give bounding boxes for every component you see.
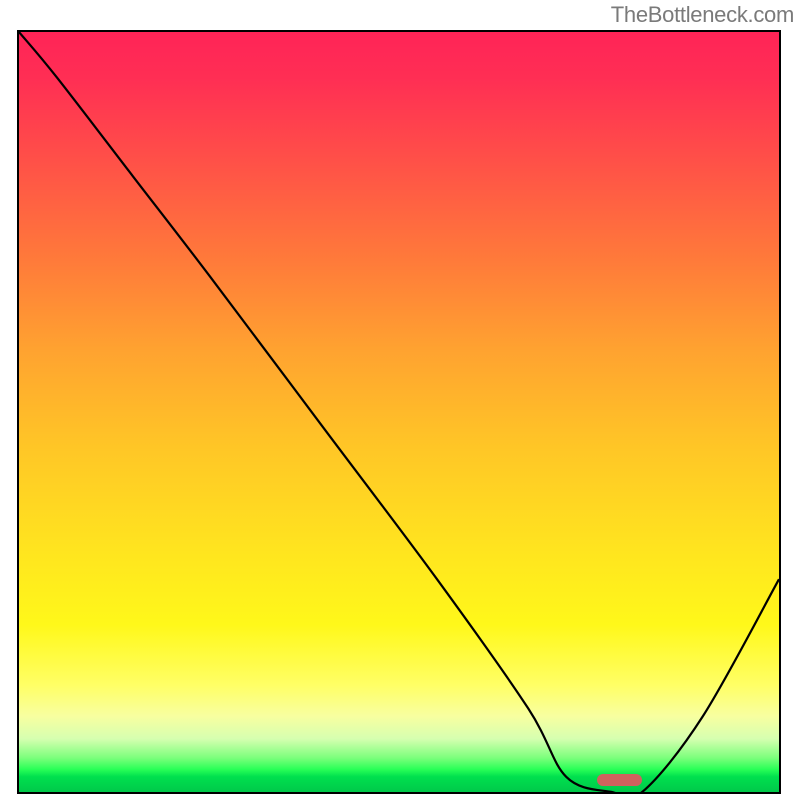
chart-frame [17, 30, 781, 794]
optimal-range-marker [597, 774, 643, 786]
bottleneck-curve-path [19, 32, 779, 792]
watermark-text: TheBottleneck.com [611, 2, 794, 28]
chart-curve [19, 32, 779, 792]
